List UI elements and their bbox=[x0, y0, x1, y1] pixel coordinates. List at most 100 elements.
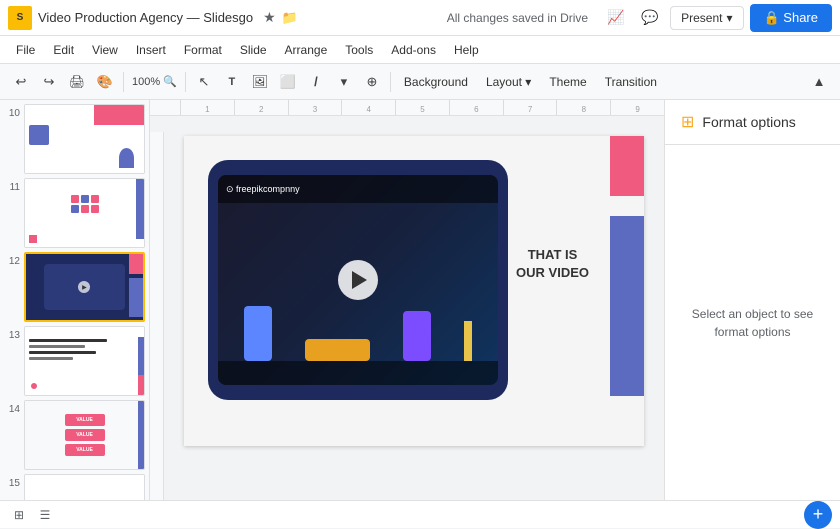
slide-item[interactable]: 14 VALUE VALUE VALUE bbox=[4, 400, 145, 470]
menu-addons[interactable]: Add-ons bbox=[383, 40, 444, 60]
select-tool[interactable]: ↖ bbox=[191, 69, 217, 95]
paint-format-button[interactable]: 🎨 bbox=[92, 69, 118, 95]
canvas-area[interactable]: ⊙ freepikcompnny bbox=[150, 116, 664, 500]
format-panel-hint: Select an object to see format options bbox=[685, 305, 820, 341]
bottom-bar: ⊞ ☰ + bbox=[0, 500, 840, 528]
slide-thumbnail-active[interactable]: ▶ bbox=[24, 252, 145, 322]
format-panel-header: ⊞ Format options bbox=[665, 100, 840, 145]
toolbar: ↩ ↪ 🖨 🎨 100% 🔍 ↖ T 🖼 ⬜ / ▾ ⊕ Background … bbox=[0, 64, 840, 100]
trending-icon-btn[interactable]: 📈 bbox=[602, 4, 630, 32]
divider-1 bbox=[123, 72, 124, 92]
slide-text-line1: THAT IS bbox=[516, 246, 589, 264]
print-button[interactable]: 🖨 bbox=[64, 69, 90, 95]
slide-number: 11 bbox=[4, 178, 24, 193]
share-label: 🔒 Share bbox=[764, 10, 819, 26]
slide-number: 13 bbox=[4, 326, 24, 341]
slide-item[interactable]: 13 bbox=[4, 326, 145, 396]
menu-tools[interactable]: Tools bbox=[337, 40, 381, 60]
format-panel-body: Select an object to see format options bbox=[665, 145, 840, 500]
slide-thumbnail[interactable] bbox=[24, 104, 145, 174]
ruler-mark: 7 bbox=[503, 100, 557, 115]
app-logo: S bbox=[8, 6, 32, 30]
ruler-mark: 2 bbox=[234, 100, 288, 115]
ruler-mark: 5 bbox=[395, 100, 449, 115]
purple-accent-rect bbox=[610, 216, 644, 396]
share-button[interactable]: 🔒 Share bbox=[750, 4, 833, 32]
menu-slide[interactable]: Slide bbox=[232, 40, 275, 60]
slide-thumbnail[interactable]: VALUE VALUE VALUE bbox=[24, 400, 145, 470]
background-button[interactable]: Background bbox=[396, 69, 476, 95]
comment-icon-btn[interactable]: 💬 bbox=[636, 4, 664, 32]
main-area: 10 bbox=[0, 100, 840, 500]
slide-item[interactable]: 10 bbox=[4, 104, 145, 174]
slide-item[interactable]: 15 bbox=[4, 474, 145, 500]
text-tool[interactable]: T bbox=[219, 69, 245, 95]
slide-thumbnail[interactable] bbox=[24, 326, 145, 396]
slide-canvas[interactable]: ⊙ freepikcompnny bbox=[184, 136, 644, 446]
theme-button[interactable]: Theme bbox=[541, 69, 594, 95]
top-bar: S Video Production Agency — Slidesgo ★ 📁… bbox=[0, 0, 840, 36]
collapse-toolbar-button[interactable]: ▲ bbox=[806, 69, 832, 95]
shapes-tool[interactable]: ⬜ bbox=[275, 69, 301, 95]
slide-thumbnail[interactable] bbox=[24, 178, 145, 248]
slide-number: 14 bbox=[4, 400, 24, 415]
scene-lamp bbox=[464, 321, 472, 361]
menu-edit[interactable]: Edit bbox=[45, 40, 82, 60]
slide-number: 12 bbox=[4, 252, 24, 267]
video-brand-text: ⊙ freepikcompnny bbox=[226, 184, 300, 195]
menu-arrange[interactable]: Arrange bbox=[277, 40, 336, 60]
play-button[interactable] bbox=[338, 260, 378, 300]
slide-text-block[interactable]: THAT IS OUR VIDEO bbox=[516, 246, 589, 282]
ruler-mark: 8 bbox=[556, 100, 610, 115]
star-icon[interactable]: ★ bbox=[263, 9, 276, 26]
undo-button[interactable]: ↩ bbox=[8, 69, 34, 95]
layout-button[interactable]: Layout ▾ bbox=[478, 69, 539, 95]
menu-view[interactable]: View bbox=[84, 40, 126, 60]
more-tool[interactable]: ⊕ bbox=[359, 69, 385, 95]
ruler-mark: 3 bbox=[288, 100, 342, 115]
slides-panel[interactable]: 10 bbox=[0, 100, 150, 500]
menu-format[interactable]: Format bbox=[176, 40, 230, 60]
ruler-mark: 1 bbox=[180, 100, 234, 115]
extra-tool[interactable]: ▾ bbox=[331, 69, 357, 95]
image-tool[interactable]: 🖼 bbox=[247, 69, 273, 95]
scene-couch bbox=[305, 339, 370, 361]
divider-2 bbox=[185, 72, 186, 92]
slide-number: 10 bbox=[4, 104, 24, 119]
video-inner: ⊙ freepikcompnny bbox=[218, 175, 498, 385]
menu-file[interactable]: File bbox=[8, 40, 43, 60]
add-slide-button[interactable]: + bbox=[804, 501, 832, 529]
menu-bar: File Edit View Insert Format Slide Arran… bbox=[0, 36, 840, 64]
pink-accent-rect bbox=[610, 136, 644, 196]
scene-figure-left bbox=[244, 306, 272, 361]
format-panel: ⊞ Format options Select an object to see… bbox=[664, 100, 840, 500]
menu-help[interactable]: Help bbox=[446, 40, 487, 60]
video-top-bar: ⊙ freepikcompnny bbox=[218, 175, 498, 203]
slide-item-active[interactable]: 12 ▶ bbox=[4, 252, 145, 322]
transition-button[interactable]: Transition bbox=[597, 69, 665, 95]
slide-background: ⊙ freepikcompnny bbox=[184, 136, 644, 446]
present-label: Present bbox=[681, 11, 722, 25]
video-bottom-bar bbox=[218, 361, 498, 385]
document-title[interactable]: Video Production Agency — Slidesgo bbox=[38, 10, 253, 25]
present-button[interactable]: Present ▾ bbox=[670, 6, 743, 30]
format-panel-title: Format options bbox=[702, 114, 795, 130]
zoom-button[interactable]: 100% 🔍 bbox=[129, 69, 180, 95]
ruler-bar: 1 2 3 4 5 6 7 8 9 bbox=[150, 100, 664, 116]
menu-insert[interactable]: Insert bbox=[128, 40, 174, 60]
left-ruler bbox=[150, 132, 164, 500]
saved-status: All changes saved in Drive bbox=[447, 11, 588, 25]
slide-text-line2: OUR VIDEO bbox=[516, 264, 589, 282]
slide-item[interactable]: 11 bbox=[4, 178, 145, 248]
slide-thumbnail[interactable] bbox=[24, 474, 145, 500]
video-container[interactable]: ⊙ freepikcompnny bbox=[208, 160, 508, 400]
ruler-mark: 4 bbox=[341, 100, 395, 115]
line-tool[interactable]: / bbox=[303, 69, 329, 95]
ruler-mark: 9 bbox=[610, 100, 664, 115]
list-view-button[interactable]: ☰ bbox=[34, 504, 56, 526]
scene-person-right bbox=[403, 311, 431, 361]
grid-view-button[interactable]: ⊞ bbox=[8, 504, 30, 526]
redo-button[interactable]: ↪ bbox=[36, 69, 62, 95]
folder-icon[interactable]: 📁 bbox=[282, 10, 298, 26]
slide-area-wrapper: 1 2 3 4 5 6 7 8 9 bbox=[150, 100, 664, 500]
